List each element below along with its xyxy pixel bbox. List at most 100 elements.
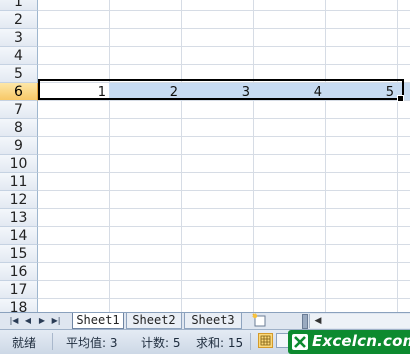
grid-cell[interactable] (326, 47, 398, 65)
grid-cell[interactable]: 2 (110, 83, 182, 101)
grid-cell[interactable] (38, 227, 110, 245)
row-header[interactable]: 7 (0, 101, 38, 119)
tab-sheet1[interactable]: Sheet1 (72, 313, 124, 329)
row-header[interactable]: 14 (0, 227, 38, 245)
tab-sheet2[interactable]: Sheet2 (126, 313, 182, 329)
grid-cell[interactable] (398, 191, 410, 209)
grid-cell[interactable] (254, 47, 326, 65)
grid-cell[interactable] (110, 173, 182, 191)
row-header[interactable]: 5 (0, 65, 38, 83)
grid-cell[interactable] (398, 101, 410, 119)
grid-cell[interactable] (326, 101, 398, 119)
grid-cell[interactable] (326, 263, 398, 281)
grid-cell[interactable] (38, 0, 110, 11)
grid-cell[interactable] (110, 155, 182, 173)
grid-cell[interactable] (182, 101, 254, 119)
grid-cell[interactable] (326, 137, 398, 155)
grid-cell[interactable] (110, 137, 182, 155)
grid-cell[interactable] (182, 137, 254, 155)
tab-split-handle[interactable] (302, 314, 308, 329)
grid-cell[interactable] (326, 29, 398, 47)
grid-cell[interactable] (398, 209, 410, 227)
grid-cell[interactable] (398, 0, 410, 11)
next-sheet-icon[interactable]: ▶ (36, 315, 48, 327)
grid-cell[interactable] (254, 263, 326, 281)
grid-cell[interactable] (110, 227, 182, 245)
grid-cell[interactable] (254, 101, 326, 119)
grid-cell[interactable] (38, 191, 110, 209)
scroll-left-icon[interactable]: ◀ (313, 315, 323, 327)
grid-cell[interactable] (182, 299, 254, 312)
grid-cell[interactable] (398, 173, 410, 191)
horizontal-scrollbar[interactable] (309, 314, 410, 328)
grid-cell[interactable] (254, 65, 326, 83)
grid-cell[interactable] (182, 65, 254, 83)
grid-cell[interactable] (398, 281, 410, 299)
grid-cell[interactable] (38, 245, 110, 263)
grid-cell[interactable] (398, 65, 410, 83)
grid-cell[interactable] (398, 245, 410, 263)
row-header[interactable]: 8 (0, 119, 38, 137)
row-header[interactable]: 9 (0, 137, 38, 155)
grid-cell[interactable] (110, 119, 182, 137)
grid-cell[interactable] (326, 173, 398, 191)
grid-cell[interactable] (254, 281, 326, 299)
normal-view-icon[interactable] (258, 333, 273, 348)
grid-cell[interactable] (398, 137, 410, 155)
grid-cell[interactable] (182, 155, 254, 173)
grid-cell[interactable] (254, 119, 326, 137)
grid-cell[interactable] (254, 155, 326, 173)
grid-cell[interactable]: 5 (326, 83, 398, 101)
row-header[interactable]: 11 (0, 173, 38, 191)
worksheet-grid[interactable]: 1 2 3 4 5 6 1 2 3 4 5 7 8 9 10 11 12 13 14 15 16 17 18 (0, 0, 410, 312)
grid-cell[interactable] (254, 173, 326, 191)
grid-cell[interactable] (398, 119, 410, 137)
grid-cell[interactable] (254, 137, 326, 155)
row-header[interactable]: 16 (0, 263, 38, 281)
grid-cell[interactable] (110, 263, 182, 281)
grid-cell[interactable] (38, 299, 110, 312)
row-header[interactable]: 1 (0, 0, 38, 11)
grid-cell[interactable] (326, 245, 398, 263)
grid-cell[interactable] (254, 245, 326, 263)
grid-cell[interactable] (182, 0, 254, 11)
grid-cell[interactable] (110, 281, 182, 299)
grid-cell[interactable] (38, 65, 110, 83)
grid-cell[interactable] (254, 0, 326, 11)
grid-cell[interactable]: 3 (182, 83, 254, 101)
grid-cell[interactable] (182, 209, 254, 227)
grid-cell[interactable] (110, 245, 182, 263)
grid-cell[interactable] (110, 47, 182, 65)
grid-cell[interactable] (254, 191, 326, 209)
prev-sheet-icon[interactable]: ◀ (22, 315, 34, 327)
grid-cell[interactable] (254, 209, 326, 227)
grid-cell[interactable] (182, 245, 254, 263)
grid-cell[interactable] (326, 0, 398, 11)
row-header[interactable]: 4 (0, 47, 38, 65)
insert-sheet-icon[interactable] (250, 313, 270, 329)
row-header[interactable]: 6 (0, 83, 38, 101)
grid-cell[interactable] (182, 29, 254, 47)
grid-cell[interactable] (254, 11, 326, 29)
grid-cell[interactable] (38, 11, 110, 29)
grid-cell[interactable] (182, 281, 254, 299)
grid-cell[interactable]: 1 (38, 83, 110, 101)
grid-cell[interactable] (398, 155, 410, 173)
grid-cell[interactable] (38, 155, 110, 173)
grid-cell[interactable] (110, 0, 182, 11)
row-header[interactable]: 17 (0, 281, 38, 299)
grid-cell[interactable] (254, 227, 326, 245)
grid-cell[interactable] (326, 11, 398, 29)
grid-cell[interactable] (326, 119, 398, 137)
row-header[interactable]: 15 (0, 245, 38, 263)
grid-cell[interactable] (254, 299, 326, 312)
row-header[interactable]: 18 (0, 299, 38, 312)
row-header[interactable]: 13 (0, 209, 38, 227)
grid-cell[interactable] (110, 101, 182, 119)
grid-cell[interactable] (110, 299, 182, 312)
grid-cell[interactable] (326, 209, 398, 227)
grid-cell[interactable] (38, 281, 110, 299)
grid-cell[interactable] (398, 11, 410, 29)
grid-cell[interactable] (38, 137, 110, 155)
grid-cell[interactable] (398, 47, 410, 65)
